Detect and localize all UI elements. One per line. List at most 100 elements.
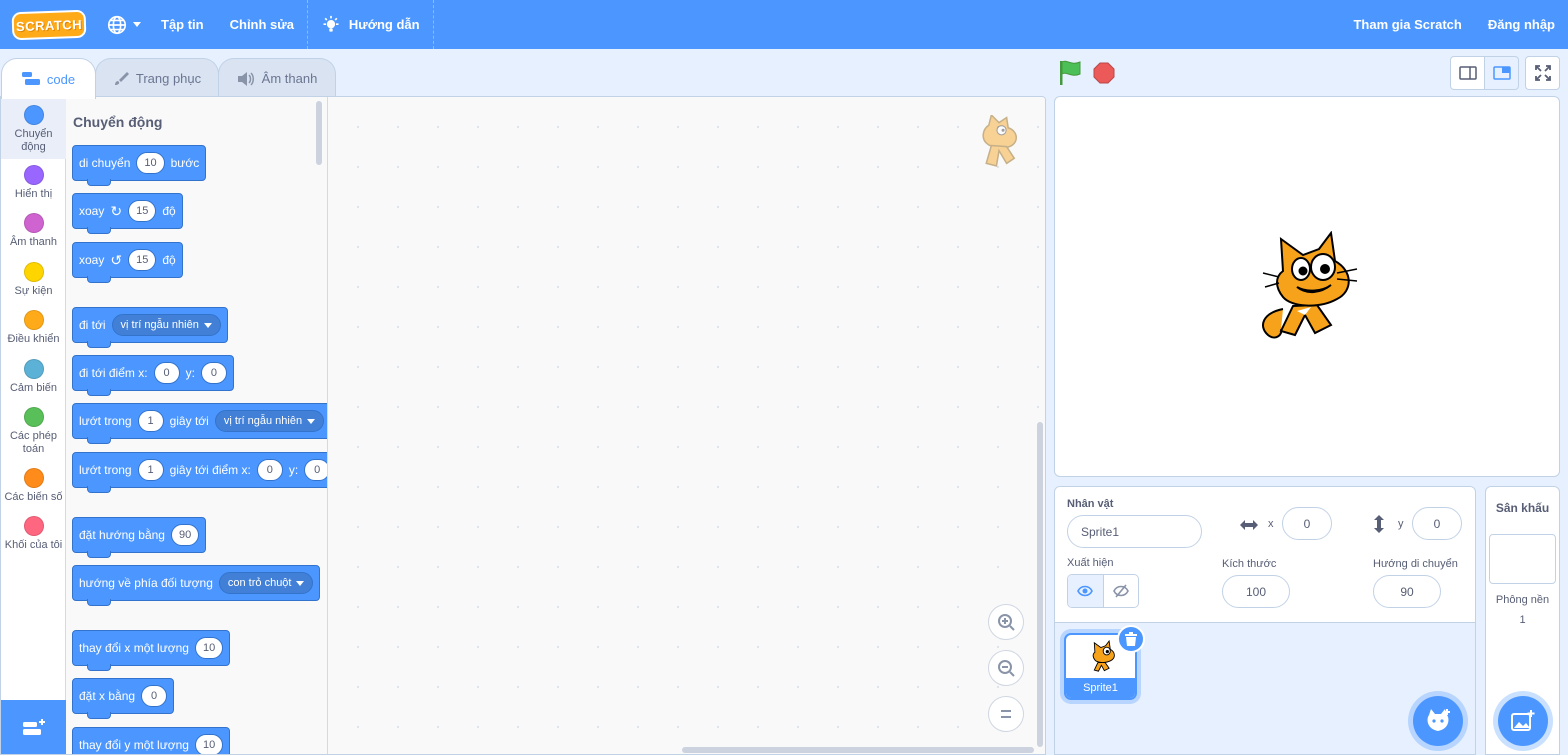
add-extension-icon <box>22 719 45 735</box>
x-position-field[interactable]: 0 <box>1282 507 1332 540</box>
block-input[interactable]: 1 <box>137 459 164 481</box>
category-sensing[interactable]: Cảm biến <box>1 359 66 395</box>
y-position-field[interactable]: 0 <box>1412 507 1462 540</box>
category-operators[interactable]: Các phép toán <box>1 407 66 456</box>
block-text: giây tới <box>169 414 209 428</box>
block-dropdown[interactable]: vị trí ngẫu nhiên <box>214 410 325 432</box>
category-dot <box>23 359 44 379</box>
block-glide-to-xy[interactable]: lướt trong 1 giây tới điểm x: 0 y: 0 <box>72 452 327 493</box>
sprite-pane: Nhân vật Sprite1 x 0 y 0 Xuất hiện Kích … <box>1054 486 1476 755</box>
block-set-x[interactable]: đặt x bằng 0 <box>72 678 175 719</box>
category-my-blocks[interactable]: Khối của tôi <box>1 516 66 552</box>
block-text: bước <box>170 156 200 170</box>
category-dot <box>23 407 44 427</box>
block-input[interactable]: 0 <box>141 685 168 707</box>
menu-divider <box>432 0 434 49</box>
block-text: đi tới điểm x: <box>79 366 148 380</box>
category-dot <box>23 165 44 185</box>
block-input[interactable]: 0 <box>304 459 327 481</box>
category-dot <box>23 213 44 233</box>
category-sound[interactable]: Âm thanh <box>1 213 66 249</box>
block-input[interactable]: 10 <box>136 152 165 174</box>
category-events[interactable]: Sự kiện <box>1 262 66 298</box>
block-input[interactable]: 90 <box>170 524 200 546</box>
menu-bar: SCRATCH Tập tin Chỉnh sửa Hướng dẫn Tham… <box>0 0 1568 49</box>
language-menu[interactable] <box>106 0 142 49</box>
block-move-steps[interactable]: di chuyển 10 bước <box>72 145 207 186</box>
block-input[interactable]: 0 <box>153 362 180 384</box>
workspace-vertical-scrollbar[interactable] <box>1037 422 1043 747</box>
add-backdrop-icon <box>1511 710 1535 731</box>
block-glide-to[interactable]: lướt trong 1 giây tới vị trí ngẫu nhiên <box>72 403 327 444</box>
add-extension-button[interactable] <box>1 700 66 754</box>
stage-thumbnail <box>1489 534 1556 584</box>
palette-scrollbar[interactable] <box>316 101 322 165</box>
block-input[interactable]: 10 <box>194 734 224 754</box>
fullscreen-button[interactable] <box>1525 56 1560 90</box>
cat-sprite[interactable] <box>1253 231 1361 343</box>
menu-file[interactable]: Tập tin <box>148 0 217 49</box>
category-label: Cảm biến <box>9 382 58 394</box>
block-dropdown[interactable]: con trỏ chuột <box>218 572 314 594</box>
small-stage-button[interactable] <box>1450 56 1485 90</box>
stage-canvas[interactable] <box>1054 96 1560 477</box>
delete-sprite-button[interactable] <box>1117 625 1145 653</box>
direction-field[interactable]: 90 <box>1373 575 1441 608</box>
block-change-x[interactable]: thay đổi x một lượng 10 <box>72 630 231 671</box>
sprite-name-field[interactable]: Sprite1 <box>1067 515 1202 548</box>
block-change-y[interactable]: thay đổi y một lượng 10 <box>72 727 231 754</box>
tab-code-label: code <box>46 71 76 87</box>
menu-edit[interactable]: Chỉnh sửa <box>217 0 307 49</box>
block-input[interactable]: 15 <box>128 249 157 271</box>
block-go-to[interactable]: đi tới vị trí ngẫu nhiên <box>72 307 228 348</box>
block-input[interactable]: 1 <box>137 410 164 432</box>
stop-icon[interactable] <box>1093 62 1115 84</box>
block-text: đặt hướng bằng <box>79 528 165 542</box>
size-field[interactable]: 100 <box>1222 575 1290 608</box>
zoom-out-button[interactable] <box>988 650 1024 686</box>
block-palette: Chuyển động di chuyển 10 bước xoay ↻ 15 … <box>66 97 328 754</box>
stage-selector[interactable]: Sân khấu Phông nền 1 <box>1485 486 1560 755</box>
zoom-in-button[interactable] <box>988 604 1024 640</box>
block-point-direction[interactable]: đặt hướng bằng 90 <box>72 517 207 558</box>
block-input[interactable]: 0 <box>256 459 283 481</box>
block-input[interactable]: 10 <box>194 637 224 659</box>
normal-stage-icon <box>1492 66 1511 80</box>
visibility-toggle <box>1067 574 1139 608</box>
block-turn-left[interactable]: xoay ↺ 15 độ <box>72 242 183 283</box>
tab-sounds[interactable]: Âm thanh <box>218 58 336 98</box>
add-sprite-icon <box>1427 709 1450 731</box>
tab-costumes[interactable]: Trang phục <box>95 58 219 98</box>
hide-button[interactable] <box>1104 575 1139 607</box>
block-turn-right[interactable]: xoay ↻ 15 độ <box>72 193 183 234</box>
tab-code[interactable]: code <box>1 58 96 99</box>
block-go-to-xy[interactable]: đi tới điểm x: 0 y: 0 <box>72 355 234 396</box>
sign-in-link[interactable]: Đăng nhập <box>1475 0 1568 49</box>
category-control[interactable]: Điều khiển <box>1 310 66 346</box>
block-point-towards[interactable]: hướng về phía đối tượng con trỏ chuột <box>72 565 321 606</box>
category-label: động <box>21 141 46 153</box>
block-input[interactable]: 0 <box>200 362 227 384</box>
category-variables[interactable]: Các biến số <box>1 468 66 504</box>
category-dot <box>23 310 44 330</box>
add-sprite-button[interactable] <box>1413 696 1463 746</box>
normal-stage-button[interactable] <box>1484 56 1519 90</box>
workspace-horizontal-scrollbar[interactable] <box>682 747 1034 753</box>
category-motion[interactable]: Chuyển động <box>1 97 66 159</box>
block-text: di chuyển <box>79 156 131 170</box>
eye-slash-icon <box>1112 584 1129 598</box>
scratch-logo[interactable]: SCRATCH <box>11 9 87 40</box>
add-backdrop-button[interactable] <box>1498 696 1548 746</box>
x-label: x <box>1268 518 1274 530</box>
category-looks[interactable]: Hiển thị <box>1 165 66 201</box>
block-dropdown[interactable]: vị trí ngẫu nhiên <box>111 314 221 336</box>
show-button[interactable] <box>1068 575 1104 607</box>
zoom-reset-button[interactable] <box>988 696 1024 732</box>
script-workspace[interactable] <box>328 97 1045 754</box>
category-label: toán <box>22 443 45 455</box>
green-flag-icon[interactable] <box>1058 60 1082 86</box>
block-input[interactable]: 15 <box>128 200 157 222</box>
block-text: lướt trong <box>79 463 132 477</box>
join-scratch-link[interactable]: Tham gia Scratch <box>1340 0 1474 49</box>
menu-tutorials[interactable]: Hướng dẫn <box>308 0 433 49</box>
